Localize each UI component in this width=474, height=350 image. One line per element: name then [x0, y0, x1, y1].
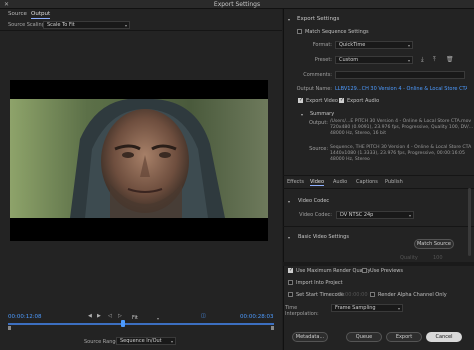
in-point-handle[interactable]: [8, 326, 11, 330]
title-bar: ✕ Export Settings: [0, 0, 474, 9]
crop-icon[interactable]: ◫: [201, 313, 206, 320]
chevron-down-icon: ▾: [170, 339, 173, 344]
out-point-handle[interactable]: [271, 326, 274, 330]
format-dropdown[interactable]: QuickTime ▾: [335, 41, 413, 49]
scroll-divider: [283, 262, 474, 266]
render-alpha-label: Render Alpha Channel Only: [378, 292, 447, 298]
collapse-icon[interactable]: ▾: [288, 16, 290, 23]
time-interpolation-label: Time Interpolation:: [285, 305, 319, 317]
export-video-label: Export Video: [306, 98, 338, 104]
chevron-down-icon: ▾: [408, 213, 411, 218]
divider: [283, 175, 474, 176]
timecode-in[interactable]: 00:00:12:08: [8, 314, 42, 320]
match-source-button[interactable]: Match Source: [414, 239, 454, 249]
summary-source-line-3: 48000 Hz, Stereo: [330, 157, 370, 162]
tab-output[interactable]: Output: [31, 10, 51, 19]
export-button[interactable]: Export: [386, 332, 422, 342]
quality-value: 100: [433, 255, 443, 261]
chevron-down-icon: ▾: [407, 43, 410, 48]
tab-video[interactable]: Video: [310, 179, 325, 186]
summary-output-line-3: 48000 Hz, Stereo, 16 bit: [330, 131, 387, 136]
queue-button[interactable]: Queue: [346, 332, 382, 342]
comments-label: Comments:: [303, 72, 332, 78]
video-codec-dropdown[interactable]: DV NTSC 24p ▾: [336, 211, 414, 219]
source-scaling-row: Source Scaling: Scale To Fit ▾: [0, 20, 282, 31]
tab-effects[interactable]: Effects: [287, 179, 304, 185]
scrollbar[interactable]: [468, 188, 471, 256]
quality-label: Quality: [400, 255, 418, 261]
time-interpolation-value: Frame Sampling: [335, 305, 376, 311]
start-timecode-value[interactable]: 00:00:00:00: [337, 292, 368, 298]
video-frame-image: [10, 99, 268, 218]
chevron-down-icon: ▾: [156, 316, 159, 321]
summary-source-label: Source:: [309, 146, 328, 152]
use-previews-checkbox[interactable]: [362, 268, 367, 273]
chevron-down-icon: ▾: [397, 306, 400, 311]
basic-video-header: Basic Video Settings: [298, 234, 349, 240]
step-forward-icon[interactable]: ▷: [118, 313, 122, 320]
match-sequence-label: Match Sequence Settings: [305, 29, 369, 35]
summary-output-label: Output:: [308, 120, 328, 126]
output-name-link[interactable]: LLBV129...CH 30 Version 4 - Online & Loc…: [335, 86, 467, 92]
format-label: Format:: [312, 42, 332, 48]
timecode-out[interactable]: 00:00:28:03: [240, 314, 274, 320]
collapse-icon[interactable]: ▾: [301, 111, 303, 118]
import-into-project-checkbox[interactable]: [288, 280, 293, 285]
format-value: QuickTime: [339, 42, 366, 48]
tab-publish[interactable]: Publish: [385, 179, 403, 185]
source-range-dropdown[interactable]: Sequence In/Out ▾: [116, 337, 176, 345]
match-sequence-checkbox[interactable]: [297, 29, 302, 34]
preset-dropdown[interactable]: Custom ▾: [335, 56, 413, 64]
chevron-down-icon: ▾: [407, 58, 410, 63]
time-interpolation-dropdown[interactable]: Frame Sampling ▾: [331, 304, 403, 312]
use-max-render-label: Use Maximum Render Quality: [296, 268, 371, 274]
divider: [283, 226, 474, 227]
render-alpha-checkbox[interactable]: [370, 292, 375, 297]
delete-preset-icon[interactable]: 🗑: [446, 56, 454, 63]
preset-label: Preset:: [314, 57, 332, 63]
set-start-timecode-checkbox[interactable]: [288, 292, 293, 297]
chevron-down-icon: ▾: [124, 23, 127, 28]
zoom-fit-dropdown[interactable]: Fit ▾: [128, 314, 162, 322]
video-codec-header: Video Codec: [298, 198, 330, 204]
preview-tabs: Source Output: [0, 10, 282, 19]
collapse-icon[interactable]: ▾: [288, 198, 290, 205]
output-name-label: Output Name:: [296, 86, 332, 92]
video-codec-value: DV NTSC 24p: [340, 212, 374, 218]
window-title: Export Settings: [213, 1, 261, 8]
step-back-icon[interactable]: ◁: [108, 313, 112, 320]
playhead[interactable]: [121, 320, 125, 327]
source-scaling-dropdown[interactable]: Scale To Fit ▾: [43, 21, 130, 29]
tab-source[interactable]: Source: [8, 10, 27, 19]
tab-captions[interactable]: Captions: [356, 179, 378, 185]
save-preset-icon[interactable]: ⤓: [421, 56, 424, 63]
use-previews-label: Use Previews: [370, 268, 403, 274]
export-audio-checkbox[interactable]: [339, 97, 344, 103]
export-settings-header: Export Settings: [297, 16, 340, 22]
summary-header: Summary: [310, 111, 335, 117]
zoom-fit-value: Fit: [132, 315, 138, 321]
import-into-project-label: Import Into Project: [296, 280, 343, 286]
export-video-checkbox[interactable]: [298, 97, 303, 103]
tab-audio[interactable]: Audio: [333, 179, 347, 185]
source-range-value: Sequence In/Out: [120, 338, 162, 344]
import-preset-icon[interactable]: ⤒: [433, 56, 436, 63]
source-range-label: Source Range:: [84, 339, 121, 345]
mark-in-icon[interactable]: ◀: [88, 313, 92, 320]
timeline-track[interactable]: [8, 323, 274, 325]
comments-input[interactable]: [335, 71, 465, 79]
divider: [283, 188, 474, 189]
video-codec-label: Video Codec:: [299, 212, 332, 218]
source-scaling-value: Scale To Fit: [47, 22, 75, 28]
collapse-icon[interactable]: ▾: [288, 234, 290, 241]
export-audio-label: Export Audio: [347, 98, 380, 104]
use-max-render-checkbox[interactable]: [288, 267, 293, 273]
source-scaling-label: Source Scaling:: [8, 22, 47, 28]
preset-value: Custom: [339, 57, 359, 63]
mark-out-icon[interactable]: ▶: [97, 313, 101, 320]
video-frame: [10, 99, 268, 218]
cancel-button[interactable]: Cancel: [426, 332, 462, 342]
metadata-button[interactable]: Metadata...: [292, 332, 328, 342]
